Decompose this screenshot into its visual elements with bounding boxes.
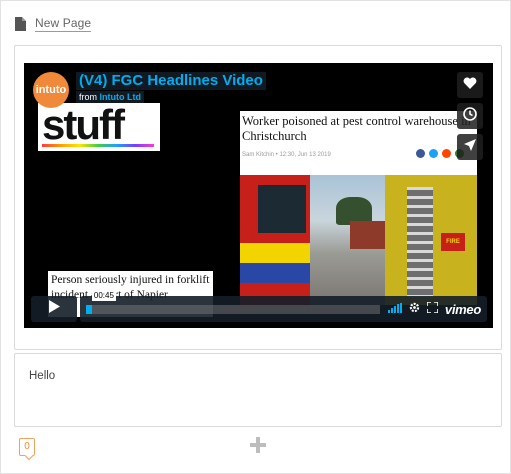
video-block[interactable]: stuff intuto (V4) FGC Headlines Video fr… (14, 45, 502, 350)
watch-later-button[interactable] (457, 103, 483, 129)
volume-icon[interactable] (387, 300, 402, 318)
heart-icon (463, 76, 477, 94)
truck-stripe (240, 243, 310, 263)
truck-ladder (407, 187, 433, 297)
stuff-logo: stuff (38, 101, 160, 151)
document-icon (15, 17, 26, 31)
photo-building (350, 221, 390, 249)
like-button[interactable] (457, 72, 483, 98)
fire-truck-right: FIRE (385, 175, 477, 305)
text-block[interactable]: Hello (14, 353, 502, 427)
page-header: New Page (15, 13, 92, 35)
text-block-content[interactable]: Hello (29, 370, 55, 382)
logo-text: stuff (42, 101, 125, 148)
video-side-controls (457, 72, 483, 160)
page-canvas: New Page stuff intuto (V4) FGC Headlines… (0, 0, 511, 474)
article-photo: FIRE (240, 175, 477, 305)
share-button[interactable] (457, 134, 483, 160)
fire-sign: FIRE (441, 233, 465, 251)
plus-icon (247, 437, 269, 460)
reddit-icon (442, 149, 451, 158)
send-icon (463, 138, 477, 157)
play-icon (48, 300, 60, 318)
control-bar: 00:45 vimeo (80, 289, 487, 322)
truck-stripe-blue (240, 263, 310, 283)
article-headline: Worker poisoned at pest control warehous… (242, 114, 471, 143)
truck-window (258, 185, 306, 233)
timecode: 00:45 (91, 289, 116, 301)
logo-color-bar (42, 144, 154, 147)
video-frame-article: Worker poisoned at pest control warehous… (240, 111, 477, 305)
vimeo-logo[interactable]: vimeo (445, 302, 481, 317)
fullscreen-icon[interactable] (426, 300, 439, 318)
twitter-icon (429, 149, 438, 158)
settings-gear-icon[interactable] (409, 300, 420, 318)
play-button[interactable] (31, 296, 77, 322)
video-byline: from Intuto Ltd (76, 91, 144, 103)
byline-prefix: from (79, 92, 97, 102)
byline-owner[interactable]: Intuto Ltd (100, 92, 141, 102)
facebook-icon (416, 149, 425, 158)
article-meta: Sam Kitchin • 12:30, Jun 13 2019 (242, 152, 331, 158)
channel-badge[interactable]: intuto (33, 72, 69, 108)
clock-icon (463, 106, 477, 126)
video-player[interactable]: stuff intuto (V4) FGC Headlines Video fr… (24, 63, 493, 328)
progress-track[interactable]: 00:45 (86, 289, 380, 314)
video-controls: 00:45 vimeo (31, 289, 487, 322)
page-title[interactable]: New Page (35, 16, 92, 32)
add-block-button[interactable] (247, 434, 269, 456)
right-controls: vimeo (387, 300, 481, 318)
fire-truck-left (240, 175, 310, 305)
progress-fill (86, 304, 92, 314)
video-title[interactable]: (V4) FGC Headlines Video (76, 72, 266, 90)
comment-count-badge[interactable]: 0 (19, 438, 35, 456)
